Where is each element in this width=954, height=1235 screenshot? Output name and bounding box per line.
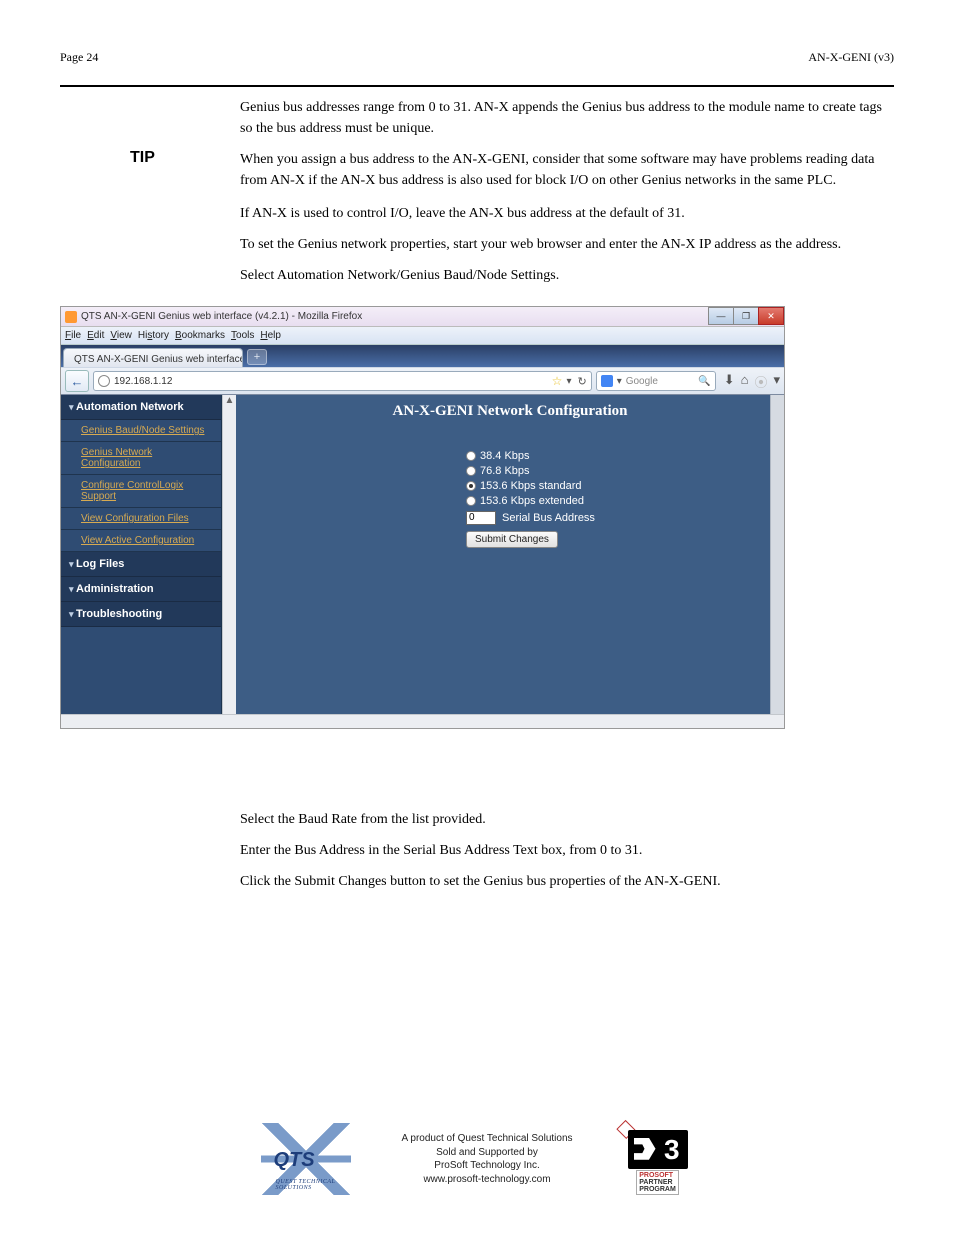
firefox-toolbar: ← 192.168.1.12 ☆ ▾ ↻ ▾ Google 🔍 ⬇ ⌂ ⦿ ▾ — [61, 367, 784, 395]
p3-label-3: PROGRAM — [639, 1186, 676, 1193]
baud-label-3: 153.6 Kbps standard — [480, 480, 582, 492]
firefox-titlebar: QTS AN-X-GENI Genius web interface (v4.2… — [61, 307, 784, 327]
sidebar-scrollbar[interactable]: ▲ ▼ — [222, 395, 236, 728]
baud-option-2[interactable]: 76.8 Kbps — [466, 465, 784, 477]
p3-logo: PROSOFT PARTNER PROGRAM — [623, 1123, 693, 1195]
main-panel: AN-X-GENI Network Configuration 38.4 Kbp… — [236, 395, 784, 728]
sidebar-section-troubleshooting[interactable]: Troubleshooting — [61, 602, 221, 627]
baud-option-3[interactable]: 153.6 Kbps standard — [466, 480, 784, 492]
footer-line-3: ProSoft Technology Inc. — [401, 1159, 572, 1173]
sidebar-section-logfiles[interactable]: Log Files — [61, 552, 221, 577]
tab-title: QTS AN-X-GENI Genius web interface (v... — [74, 354, 243, 365]
downloads-icon[interactable]: ⬇ — [724, 372, 735, 391]
sidebar: Automation Network Genius Baud/Node Sett… — [61, 395, 222, 728]
firefox-menubar: File Edit View History Bookmarks Tools H… — [61, 327, 784, 345]
baud-label-1: 38.4 Kbps — [480, 450, 530, 462]
search-box[interactable]: ▾ Google 🔍 — [596, 371, 716, 391]
dropdown-icon[interactable]: ▾ — [566, 376, 571, 387]
radio-icon[interactable] — [466, 466, 476, 476]
firefox-favicon — [65, 311, 77, 323]
page-content: Automation Network Genius Baud/Node Sett… — [61, 395, 784, 728]
sidebar-section-admin[interactable]: Administration — [61, 577, 221, 602]
intro-para-3: To set the Genius network properties, st… — [240, 234, 894, 255]
main-heading: AN-X-GENI Network Configuration — [236, 395, 784, 450]
menu-file[interactable]: File — [65, 330, 81, 341]
back-button[interactable]: ← — [65, 370, 89, 392]
home-icon[interactable]: ⌂ — [741, 372, 749, 391]
url-text: 192.168.1.12 — [114, 376, 172, 387]
radio-icon[interactable] — [466, 496, 476, 506]
footer-text: A product of Quest Technical Solutions S… — [401, 1132, 572, 1186]
sidebar-item-view-active-config[interactable]: View Active Configuration — [61, 530, 221, 552]
sidebar-item-network-config[interactable]: Genius Network Configuration — [61, 442, 221, 475]
close-button[interactable]: ✕ — [758, 307, 784, 325]
sba-input[interactable]: 0 — [466, 511, 496, 525]
menu-tools[interactable]: Tools — [231, 330, 254, 341]
maximize-button[interactable]: ❐ — [733, 307, 759, 325]
header-rule — [60, 85, 894, 87]
radio-icon-selected[interactable] — [466, 481, 476, 491]
browser-tab[interactable]: QTS AN-X-GENI Genius web interface (v... — [63, 348, 243, 367]
submit-button[interactable]: Submit Changes — [466, 531, 558, 548]
footer: QTS QUEST TECHNICAL SOLUTIONS A product … — [0, 1123, 954, 1195]
p3-badge — [628, 1130, 688, 1169]
sidebar-item-view-config-files[interactable]: View Configuration Files — [61, 508, 221, 530]
qts-logo-subtext: QUEST TECHNICAL SOLUTIONS — [275, 1179, 351, 1191]
p3-label-1: PROSOFT — [639, 1172, 676, 1179]
feed-icon[interactable]: ⦿ — [754, 372, 767, 391]
sidebar-item-baud[interactable]: Genius Baud/Node Settings — [61, 420, 221, 442]
bookmark-star-icon[interactable]: ☆ — [552, 374, 563, 388]
baud-option-1[interactable]: 38.4 Kbps — [466, 450, 784, 462]
tip-label: TIP — [130, 149, 240, 167]
menu-history[interactable]: History — [138, 330, 169, 341]
radio-icon[interactable] — [466, 451, 476, 461]
sidebar-section-automation[interactable]: Automation Network — [61, 395, 221, 420]
horizontal-scrollbar[interactable] — [61, 714, 784, 728]
toolbar-dropdown-icon[interactable]: ▾ — [773, 372, 780, 391]
globe-icon — [98, 375, 110, 387]
search-icon[interactable]: 🔍 — [698, 376, 710, 387]
menu-edit[interactable]: Edit — [87, 330, 104, 341]
reload-icon[interactable]: ↻ — [577, 375, 586, 388]
intro-para-1: Genius bus addresses range from 0 to 31.… — [240, 97, 894, 139]
url-bar[interactable]: 192.168.1.12 ☆ ▾ ↻ — [93, 371, 592, 391]
sba-label: Serial Bus Address — [502, 512, 595, 524]
baud-label-4: 153.6 Kbps extended — [480, 495, 584, 507]
baud-label-2: 76.8 Kbps — [480, 465, 530, 477]
footer-line-1: A product of Quest Technical Solutions — [401, 1132, 572, 1146]
scroll-up-icon[interactable]: ▲ — [225, 395, 235, 406]
firefox-tabbar: QTS AN-X-GENI Genius web interface (v...… — [61, 345, 784, 367]
instr-2: Enter the Bus Address in the Serial Bus … — [240, 840, 894, 861]
baud-option-4[interactable]: 153.6 Kbps extended — [466, 495, 784, 507]
instr-1: Select the Baud Rate from the list provi… — [240, 809, 894, 830]
intro-para-2: If AN-X is used to control I/O, leave th… — [240, 203, 894, 224]
footer-line-4: www.prosoft-technology.com — [401, 1173, 572, 1187]
doc-title: AN-X-GENI (v3) — [808, 50, 894, 65]
footer-line-2: Sold and Supported by — [401, 1146, 572, 1160]
minimize-button[interactable]: — — [708, 307, 734, 325]
firefox-window: QTS AN-X-GENI Genius web interface (v4.2… — [60, 306, 785, 729]
qts-logo: QTS QUEST TECHNICAL SOLUTIONS — [261, 1123, 351, 1195]
search-placeholder: Google — [626, 376, 658, 387]
main-scrollbar[interactable] — [770, 395, 784, 728]
menu-help[interactable]: Help — [260, 330, 281, 341]
menu-view[interactable]: View — [110, 330, 132, 341]
intro-para-4: Select Automation Network/Genius Baud/No… — [240, 265, 894, 286]
p3-label-2: PARTNER — [639, 1179, 676, 1186]
new-tab-button[interactable]: + — [247, 349, 267, 365]
google-icon — [601, 375, 613, 387]
tip-text: When you assign a bus address to the AN-… — [240, 149, 894, 191]
menu-bookmarks[interactable]: Bookmarks — [175, 330, 225, 341]
sidebar-item-clx-support[interactable]: Configure ControlLogix Support — [61, 475, 221, 508]
page-number: Page 24 — [60, 50, 98, 65]
qts-logo-text: QTS — [273, 1149, 314, 1172]
window-title: QTS AN-X-GENI Genius web interface (v4.2… — [81, 311, 362, 322]
instr-3: Click the Submit Changes button to set t… — [240, 871, 894, 892]
